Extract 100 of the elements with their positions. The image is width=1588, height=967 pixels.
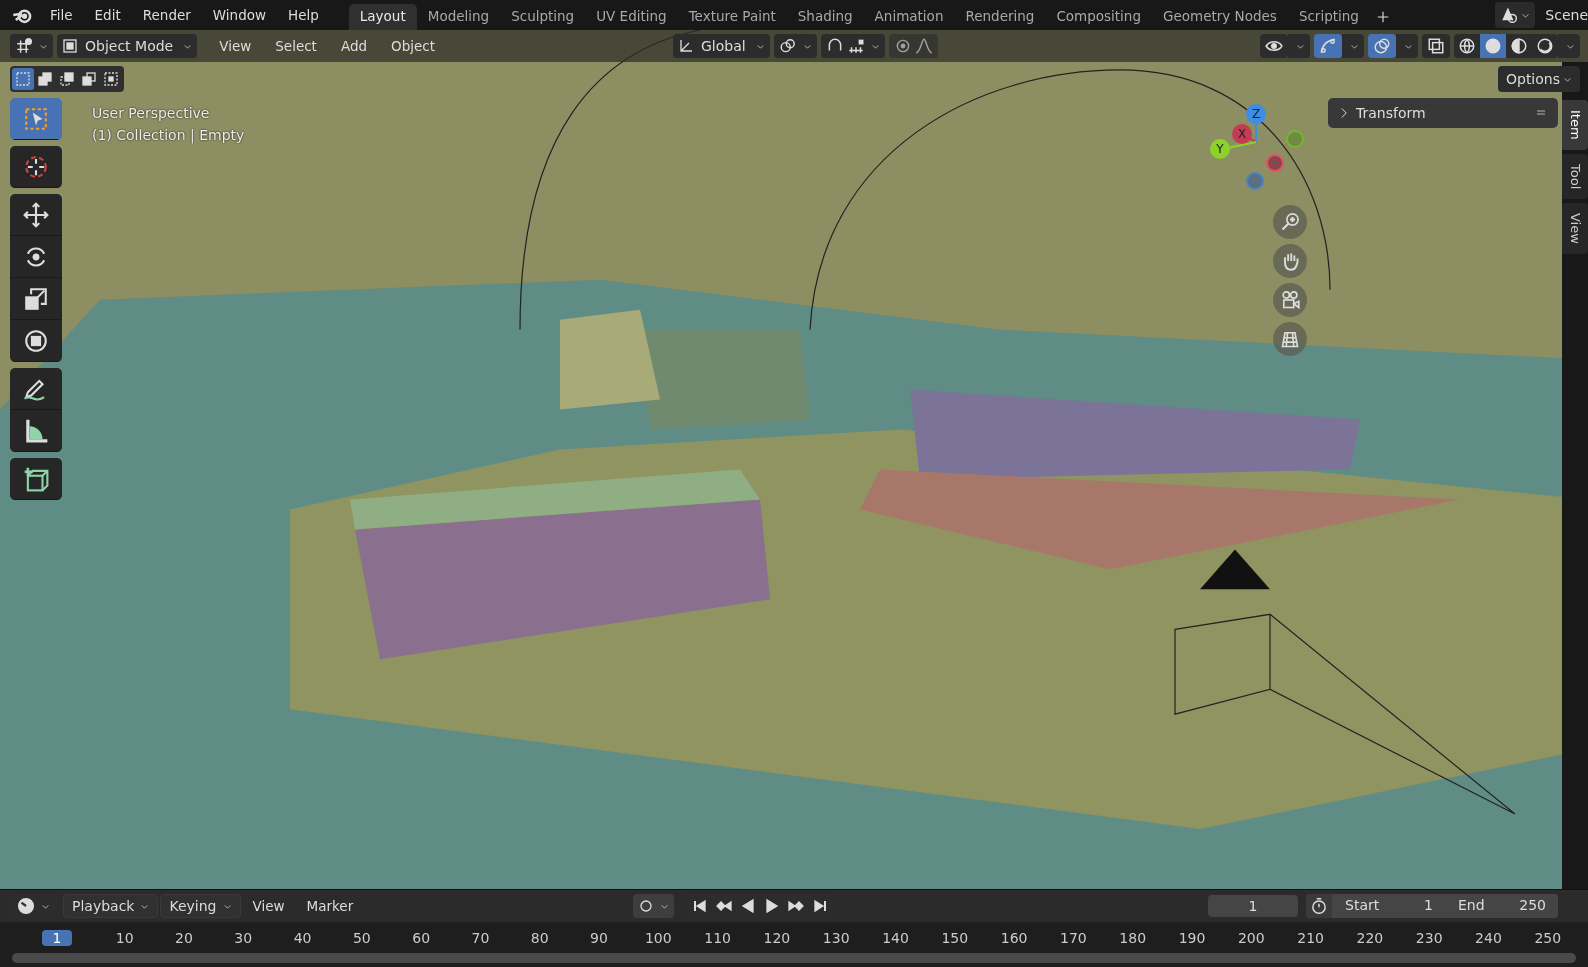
workspace-tab[interactable]: Geometry Nodes: [1152, 4, 1288, 30]
scene-icon: [1500, 6, 1519, 24]
frame-number: 120: [762, 929, 792, 946]
auto-keying-button[interactable]: [633, 894, 674, 918]
menu-item[interactable]: Window: [202, 3, 277, 27]
workspace-tab[interactable]: Texture Paint: [677, 4, 787, 30]
sidebar-tab[interactable]: Item: [1562, 100, 1588, 150]
jump-start-icon: [692, 898, 708, 914]
frame-number: 250: [1533, 929, 1563, 946]
preview-range-toggle[interactable]: [1306, 894, 1332, 918]
move-arrows-icon: [23, 201, 49, 228]
menu-item[interactable]: File: [40, 3, 83, 27]
frame-number: 170: [1059, 929, 1088, 946]
play-reverse-icon: [740, 898, 756, 914]
workspace-tab[interactable]: Animation: [863, 4, 955, 30]
menu-item[interactable]: Edit: [84, 3, 131, 27]
transform-icon: [23, 327, 49, 354]
selection-new-icon: [15, 71, 31, 87]
workspace-tab[interactable]: Rendering: [954, 4, 1046, 30]
menu-item[interactable]: Object: [381, 34, 445, 58]
frame-number: 130: [821, 929, 851, 946]
frame-number: 210: [1296, 929, 1325, 946]
visibility-toggle[interactable]: [1260, 34, 1288, 58]
axes-icon: [15, 37, 33, 55]
gizmo-toggle[interactable]: [1314, 34, 1342, 58]
viewport-info-text: (1) Collection | Empty: [92, 126, 245, 146]
workspace-tab[interactable]: Compositing: [1045, 4, 1152, 30]
frame-number: 10: [114, 929, 135, 946]
ruler-icon: [23, 417, 49, 444]
current-frame-marker[interactable]: 1: [42, 929, 72, 946]
frame-number: 200: [1236, 929, 1266, 946]
wireframe-sphere-icon: [1458, 37, 1476, 55]
orientation-icon: [678, 38, 694, 54]
menu-item[interactable]: Render: [132, 3, 201, 27]
workspace-tab[interactable]: Modeling: [416, 4, 501, 30]
frame-number: 50: [351, 929, 372, 946]
workspace-tab[interactable]: Shading: [786, 4, 864, 30]
play-icon: [764, 898, 780, 914]
frame-number: 110: [703, 929, 732, 946]
options-dropdown[interactable]: Options: [1497, 66, 1580, 92]
solid-sphere-icon: [1484, 37, 1502, 55]
clock-icon: [17, 897, 35, 915]
menu-item[interactable]: Add: [330, 34, 378, 58]
frame-number: 70: [470, 929, 491, 946]
plus-icon: [1375, 10, 1390, 24]
frame-number: 190: [1177, 929, 1207, 946]
workspace-tab[interactable]: UV Editing: [585, 4, 678, 30]
viewport-info-text: User Perspective: [92, 104, 211, 123]
scene-name: Scene: [1545, 7, 1588, 23]
snap-grid-icon: [846, 37, 865, 55]
scale-icon: [23, 285, 49, 312]
editor-type-button[interactable]: [10, 34, 53, 58]
transform-panel-header[interactable]: Transform: [1328, 98, 1558, 128]
menu-item[interactable]: View: [209, 34, 262, 58]
select-tool[interactable]: [10, 98, 62, 140]
keyframe-jump-forward-icon: [788, 898, 804, 914]
frame-number: 40: [292, 929, 313, 946]
frame-number: 30: [233, 929, 254, 946]
gizmo-icon: [1319, 37, 1337, 55]
xray-toggle[interactable]: [1422, 34, 1450, 58]
proportional-editing-button[interactable]: [888, 34, 938, 58]
grid-icon: [1280, 329, 1300, 349]
snapping-dropdown[interactable]: [820, 34, 885, 58]
frame-number: 150: [940, 929, 970, 946]
xray-icon: [1427, 37, 1445, 55]
pivot-dropdown[interactable]: [773, 34, 817, 58]
object-mode-dropdown[interactable]: Object Mode: [57, 34, 198, 58]
menu-item[interactable]: View: [242, 894, 295, 918]
dropdown-menu[interactable]: Keying: [160, 894, 241, 918]
sidebar-tab[interactable]: View: [1562, 202, 1588, 254]
orientation-dropdown[interactable]: Global: [673, 34, 770, 58]
scene-selector-button[interactable]: [1495, 2, 1536, 28]
menu-item[interactable]: Marker: [296, 894, 364, 918]
frame-number: 20: [174, 929, 194, 946]
frame-number: 240: [1474, 929, 1503, 946]
workspace-tab[interactable]: Layout: [348, 4, 417, 30]
camera-icon: [1280, 290, 1300, 310]
frame-number: 140: [881, 929, 910, 946]
frame-number: 90: [589, 929, 609, 946]
zoom-icon: [1280, 212, 1300, 232]
dropdown-menu[interactable]: Playback: [63, 894, 159, 918]
selection-invert-icon: [81, 71, 97, 87]
timeline-scrollbar[interactable]: [12, 953, 1576, 963]
menu-item[interactable]: Select: [265, 34, 327, 58]
frame-number: 220: [1355, 929, 1385, 946]
frame-number: 160: [999, 929, 1029, 946]
workspace-tab[interactable]: Scripting: [1287, 4, 1370, 30]
cursor-icon: [23, 153, 49, 180]
select-box-icon: [23, 105, 49, 132]
menu-item[interactable]: Help: [278, 3, 329, 27]
overlay-toggle[interactable]: [1368, 34, 1396, 58]
current-frame-field[interactable]: 1: [1208, 895, 1298, 917]
frame-number: 180: [1118, 929, 1148, 946]
workspace-tab[interactable]: Sculpting: [500, 4, 586, 30]
selection-subtract-icon: [59, 71, 75, 87]
sidebar-tab[interactable]: Tool: [1562, 153, 1588, 199]
keyframe-jump-back-icon: [716, 898, 732, 914]
add-cube-icon: [23, 465, 49, 492]
cube-select-icon: [62, 38, 78, 54]
frame-number: 60: [411, 929, 432, 946]
